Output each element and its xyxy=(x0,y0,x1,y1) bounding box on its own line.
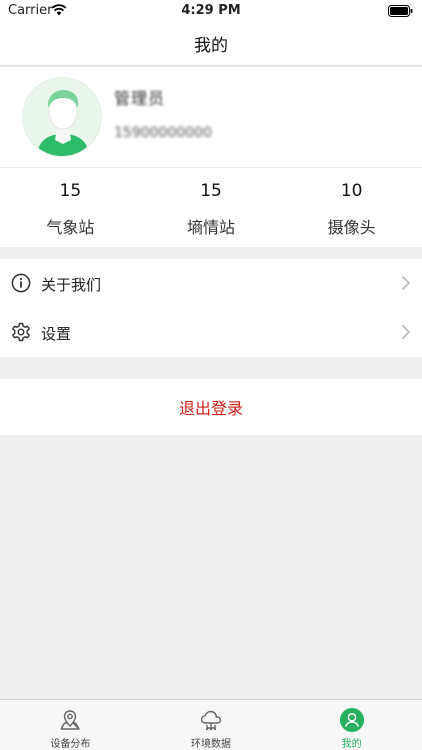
user-name: 管理员 xyxy=(114,89,166,108)
nav-bar: 我的 xyxy=(0,22,422,66)
stat-value: 15 xyxy=(59,181,82,201)
logout-label: 退出登录 xyxy=(178,399,243,418)
avatar[interactable] xyxy=(22,77,102,157)
tab-label: 环境数据 xyxy=(191,739,231,750)
tab-label: 我的 xyxy=(341,739,362,750)
menu-item-label: 设置 xyxy=(41,325,72,343)
clock-label: 4:29 PM xyxy=(181,3,241,18)
menu-item-settings[interactable]: 设置 xyxy=(0,308,422,357)
status-bar: Carrier 4:29 PM xyxy=(0,0,422,22)
stat-camera[interactable]: 10 摄像头 xyxy=(281,168,422,247)
cloud-data-icon xyxy=(200,710,222,731)
avatar-person-icon xyxy=(37,90,89,156)
chevron-right-icon xyxy=(401,275,411,291)
chevron-right-icon xyxy=(401,324,411,340)
menu-item-label: 关于我们 xyxy=(41,276,102,294)
profile-card[interactable]: 管理员 15900000000 xyxy=(0,67,422,168)
settings-menu: 关于我们 设置 xyxy=(0,259,422,357)
stats-row: 15 气象站 15 墒情站 10 摄像头 xyxy=(0,168,422,247)
stat-value: 15 xyxy=(200,181,222,201)
menu-item-about[interactable]: 关于我们 xyxy=(0,259,422,308)
tab-label: 设备分布 xyxy=(50,739,91,750)
user-icon xyxy=(339,708,364,732)
battery-icon xyxy=(388,5,413,17)
tab-device-map[interactable]: 设备分布 xyxy=(0,700,141,750)
tab-bar: 设备分布 环境数据 我的 xyxy=(0,699,422,750)
stat-soil-station[interactable]: 15 墒情站 xyxy=(141,168,282,247)
page-title: 我的 xyxy=(194,36,228,56)
user-phone: 15900000000 xyxy=(114,125,212,141)
stat-label: 摄像头 xyxy=(327,218,376,237)
stat-label: 气象站 xyxy=(46,218,95,237)
gear-icon xyxy=(12,322,30,342)
stat-label: 墒情站 xyxy=(187,218,236,237)
map-pin-icon xyxy=(60,710,81,730)
stat-weather-station[interactable]: 15 气象站 xyxy=(0,168,141,247)
logout-button[interactable]: 退出登录 xyxy=(0,379,422,435)
info-icon xyxy=(11,273,31,293)
stat-value: 10 xyxy=(340,181,363,201)
tab-mine[interactable]: 我的 xyxy=(281,700,422,750)
tab-environment-data[interactable]: 环境数据 xyxy=(141,700,282,750)
